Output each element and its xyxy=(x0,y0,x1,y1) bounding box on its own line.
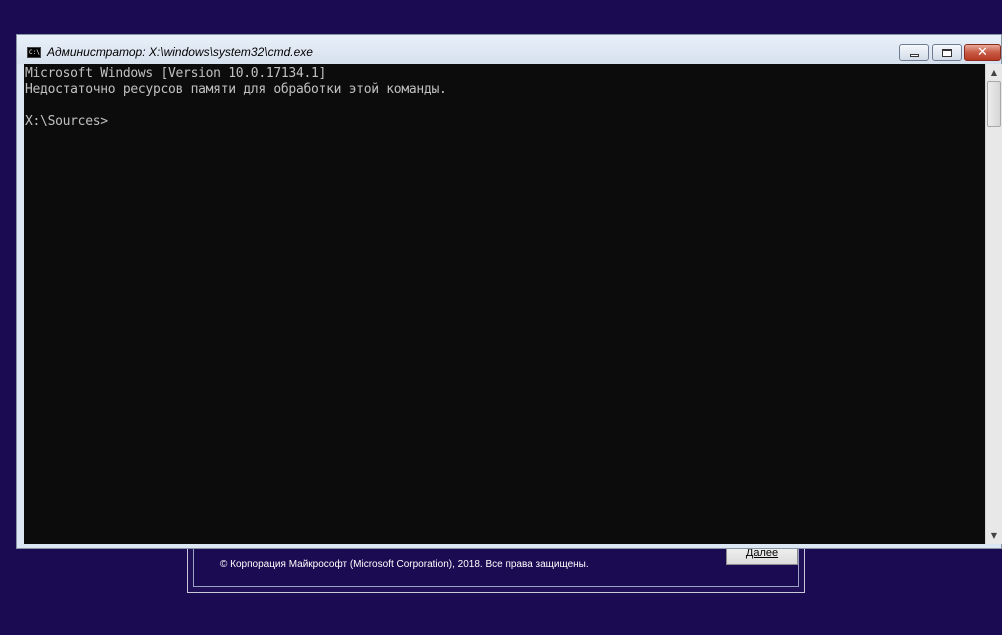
close-button[interactable]: ✕ xyxy=(964,44,1001,61)
console-output[interactable]: Microsoft Windows [Version 10.0.17134.1]… xyxy=(24,64,985,544)
console-prompt[interactable]: X:\Sources> xyxy=(25,114,108,130)
close-icon: ✕ xyxy=(977,45,988,60)
console-line: Microsoft Windows [Version 10.0.17134.1] xyxy=(25,66,327,81)
title-bar[interactable]: C:\ Администратор: X:\windows\system32\c… xyxy=(17,35,1001,64)
copyright-text: © Корпорация Майкрософт (Microsoft Corpo… xyxy=(220,559,589,570)
cmd-window: C:\ Администратор: X:\windows\system32\c… xyxy=(16,34,1002,549)
minimize-icon xyxy=(909,53,919,57)
scroll-thumb[interactable] xyxy=(987,81,1001,127)
console-line: Недостаточно ресурсов памяти для обработ… xyxy=(25,82,447,97)
minimize-button[interactable] xyxy=(899,44,929,61)
maximize-icon xyxy=(942,48,952,57)
vertical-scrollbar[interactable]: ▲ ▼ xyxy=(985,64,1002,544)
scroll-up-icon[interactable]: ▲ xyxy=(986,64,1002,81)
window-title: Администратор: X:\windows\system32\cmd.e… xyxy=(47,45,313,59)
cmd-icon[interactable]: C:\ xyxy=(27,47,41,58)
maximize-button[interactable] xyxy=(932,44,962,61)
scroll-down-icon[interactable]: ▼ xyxy=(986,527,1002,544)
